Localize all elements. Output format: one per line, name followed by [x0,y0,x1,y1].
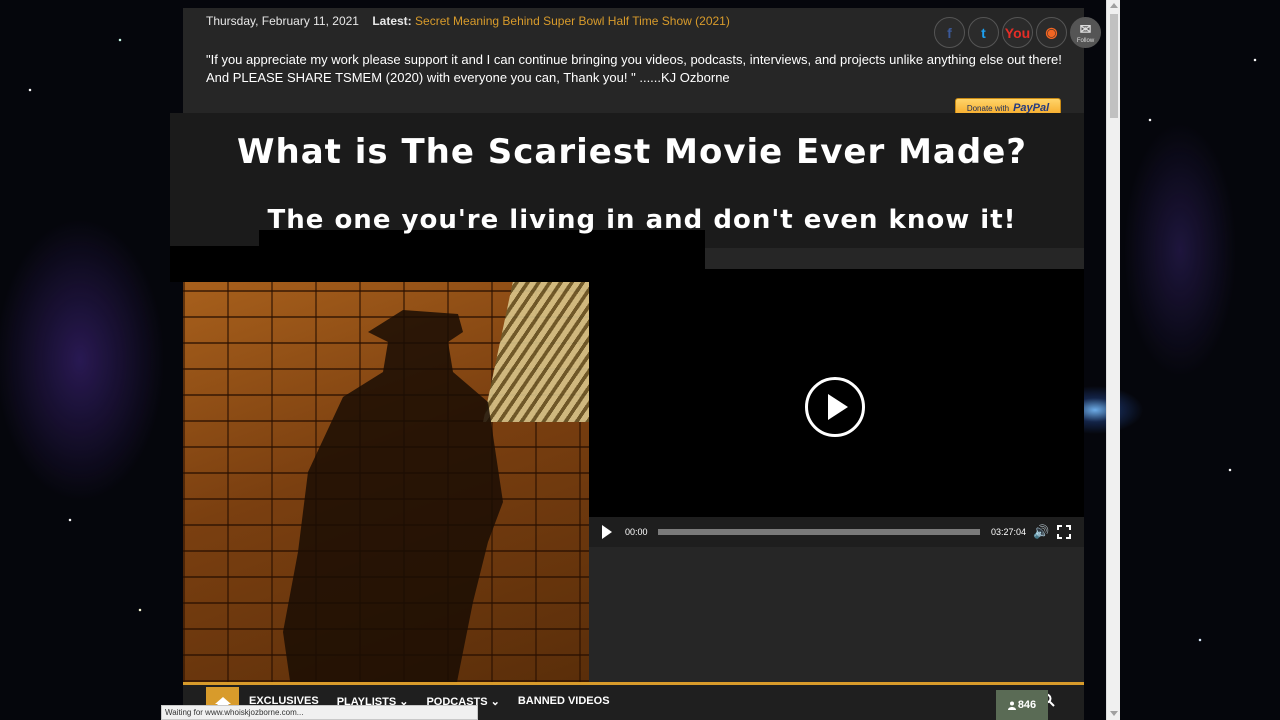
latest-label: Latest: [372,14,412,28]
youtube-icon[interactable]: You [1002,17,1033,48]
rss-icon[interactable]: ◉ [1036,17,1067,48]
scroll-down-arrow[interactable] [1110,711,1118,716]
duration: 03:27:04 [991,527,1027,537]
support-message-line-2: And PLEASE SHARE TSMEM (2020) with every… [206,70,730,85]
headline-subtitle: The one you're living in and don't even … [267,205,1017,235]
nav-item-banned-videos[interactable]: BANNED VIDEOS [518,695,610,708]
top-bar: Thursday, February 11, 2021 Latest: Secr… [206,14,730,28]
photo-shadow-figure [283,310,503,682]
current-time: 00:00 [625,527,648,537]
latest-link[interactable]: Secret Meaning Behind Super Bowl Half Ti… [415,14,730,28]
play-button[interactable] [602,525,612,539]
facebook-icon[interactable]: f [934,17,965,48]
volume-icon[interactable]: 🔊 [1033,524,1049,540]
mail-follow-icon[interactable]: ✉ Follow [1070,17,1101,48]
support-message: "If you appreciate my work please suppor… [206,51,1066,87]
progress-bar[interactable] [658,529,980,535]
twitter-icon[interactable]: t [968,17,999,48]
social-icons: f t You ◉ ✉ Follow [934,17,1101,48]
scrollbar-thumb[interactable] [1110,14,1118,118]
current-date: Thursday, February 11, 2021 [206,14,359,28]
shadow-photo [183,282,589,682]
player-controls: 00:00 03:27:04 🔊 [589,517,1084,547]
donate-prefix: Donate with [966,103,1010,113]
browser-status-bar: Waiting for www.whoiskjozborne.com... [161,705,478,720]
support-message-line-1: "If you appreciate my work please suppor… [206,52,1062,67]
play-overlay-button[interactable] [805,377,865,437]
headline-title: What is The Scariest Movie Ever Made? [236,132,1027,172]
page-scrollbar[interactable] [1106,0,1120,720]
video-player[interactable] [589,269,1084,517]
scroll-up-arrow[interactable] [1110,3,1118,8]
fullscreen-icon[interactable] [1057,525,1071,539]
visitor-count: 846 [1017,699,1037,711]
user-icon [1007,701,1016,710]
visitor-counter[interactable]: 846 [996,690,1048,720]
